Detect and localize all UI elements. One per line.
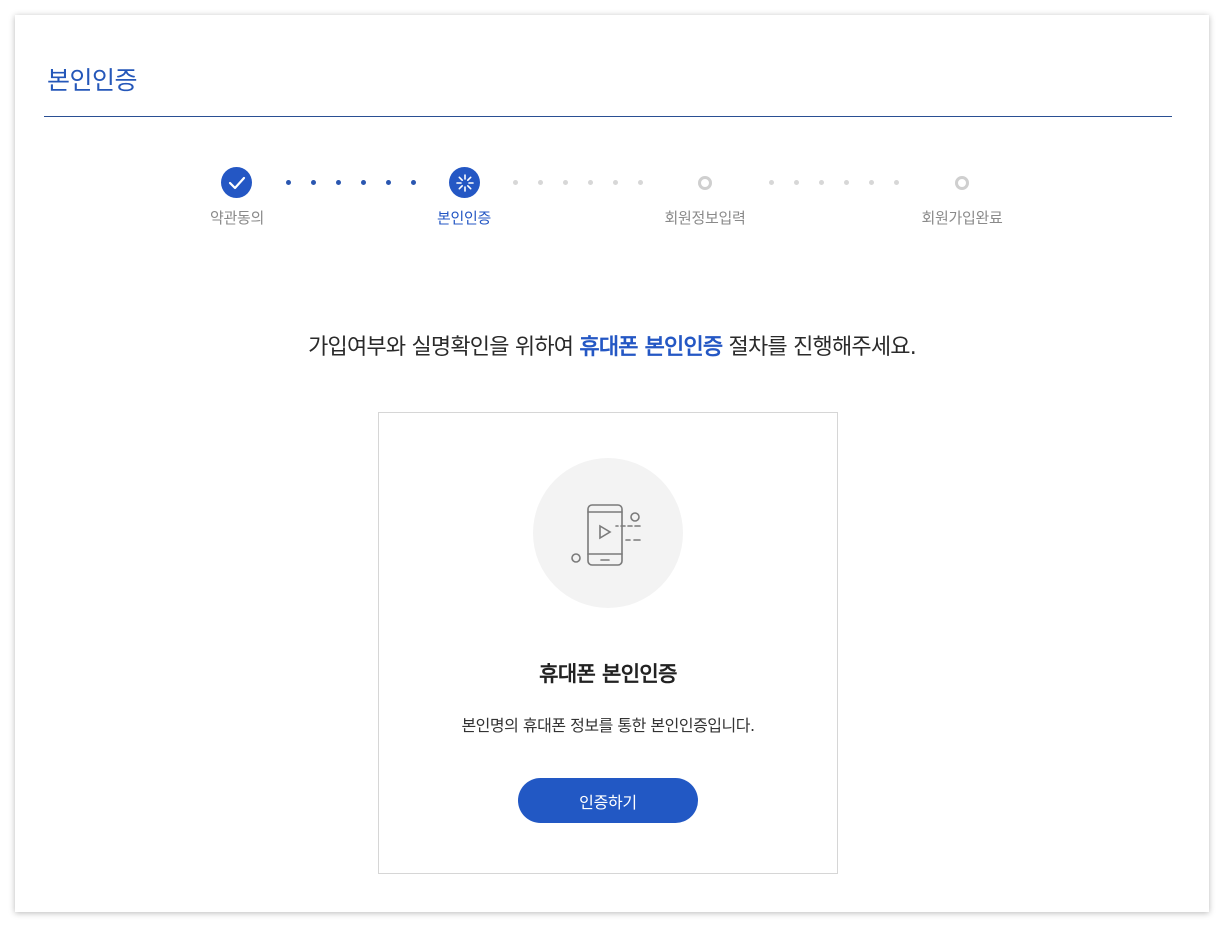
step-connector-dot	[336, 180, 341, 185]
step-connector-dot	[563, 180, 568, 185]
icon-badge	[533, 458, 683, 608]
intro-text-before: 가입여부와 실명확인을 위하여	[308, 335, 580, 360]
step-connector-dot	[869, 180, 874, 185]
step-connector-dot	[613, 180, 618, 185]
step-connector-dot	[361, 180, 366, 185]
step-connector-dot	[769, 180, 774, 185]
step-label-terms: 약관동의	[209, 209, 265, 227]
step-done-marker	[221, 167, 252, 198]
step-connector-dot	[794, 180, 799, 185]
step-label-signup-complete: 회원가입완료	[921, 209, 1003, 227]
check-icon	[228, 176, 245, 189]
page-title: 본인인증	[47, 66, 138, 95]
verify-button[interactable]: 인증하기	[518, 778, 698, 823]
step-connector-dot	[411, 180, 416, 185]
loading-spinner-icon	[455, 173, 474, 192]
step-pending-marker	[698, 176, 712, 190]
card-description: 본인명의 휴대폰 정보를 통한 본인인증입니다.	[461, 716, 755, 735]
title-divider	[44, 116, 1172, 117]
step-connector-dot	[311, 180, 316, 185]
intro-text-after: 절차를 진행해주세요.	[722, 335, 917, 360]
step-connector-dot	[538, 180, 543, 185]
step-connector-dot	[844, 180, 849, 185]
intro-text: 가입여부와 실명확인을 위하여 휴대폰 본인인증 절차를 진행해주세요.	[15, 329, 1209, 361]
step-connector-dot	[819, 180, 824, 185]
card-title: 휴대폰 본인인증	[539, 662, 677, 686]
step-connector-dot	[386, 180, 391, 185]
step-pending-marker	[955, 176, 969, 190]
step-connector-dot	[588, 180, 593, 185]
step-label-verification: 본인인증	[436, 209, 492, 227]
phone-verification-card: 휴대폰 본인인증 본인명의 휴대폰 정보를 통한 본인인증입니다. 인증하기	[378, 412, 838, 874]
intro-text-highlight: 휴대폰 본인인증	[579, 335, 723, 360]
step-connector-dot	[894, 180, 899, 185]
step-label-member-info: 회원정보입력	[664, 209, 746, 227]
step-connector-dot	[513, 180, 518, 185]
step-active-marker	[449, 167, 480, 198]
step-connector-dot	[638, 180, 643, 185]
mobile-phone-icon	[571, 504, 641, 566]
identity-verification-panel: 본인인증 약관동의 본인인증 회원정보입력 회원가입완료 가입여부와 실명확인을…	[15, 15, 1209, 912]
step-connector-dot	[286, 180, 291, 185]
